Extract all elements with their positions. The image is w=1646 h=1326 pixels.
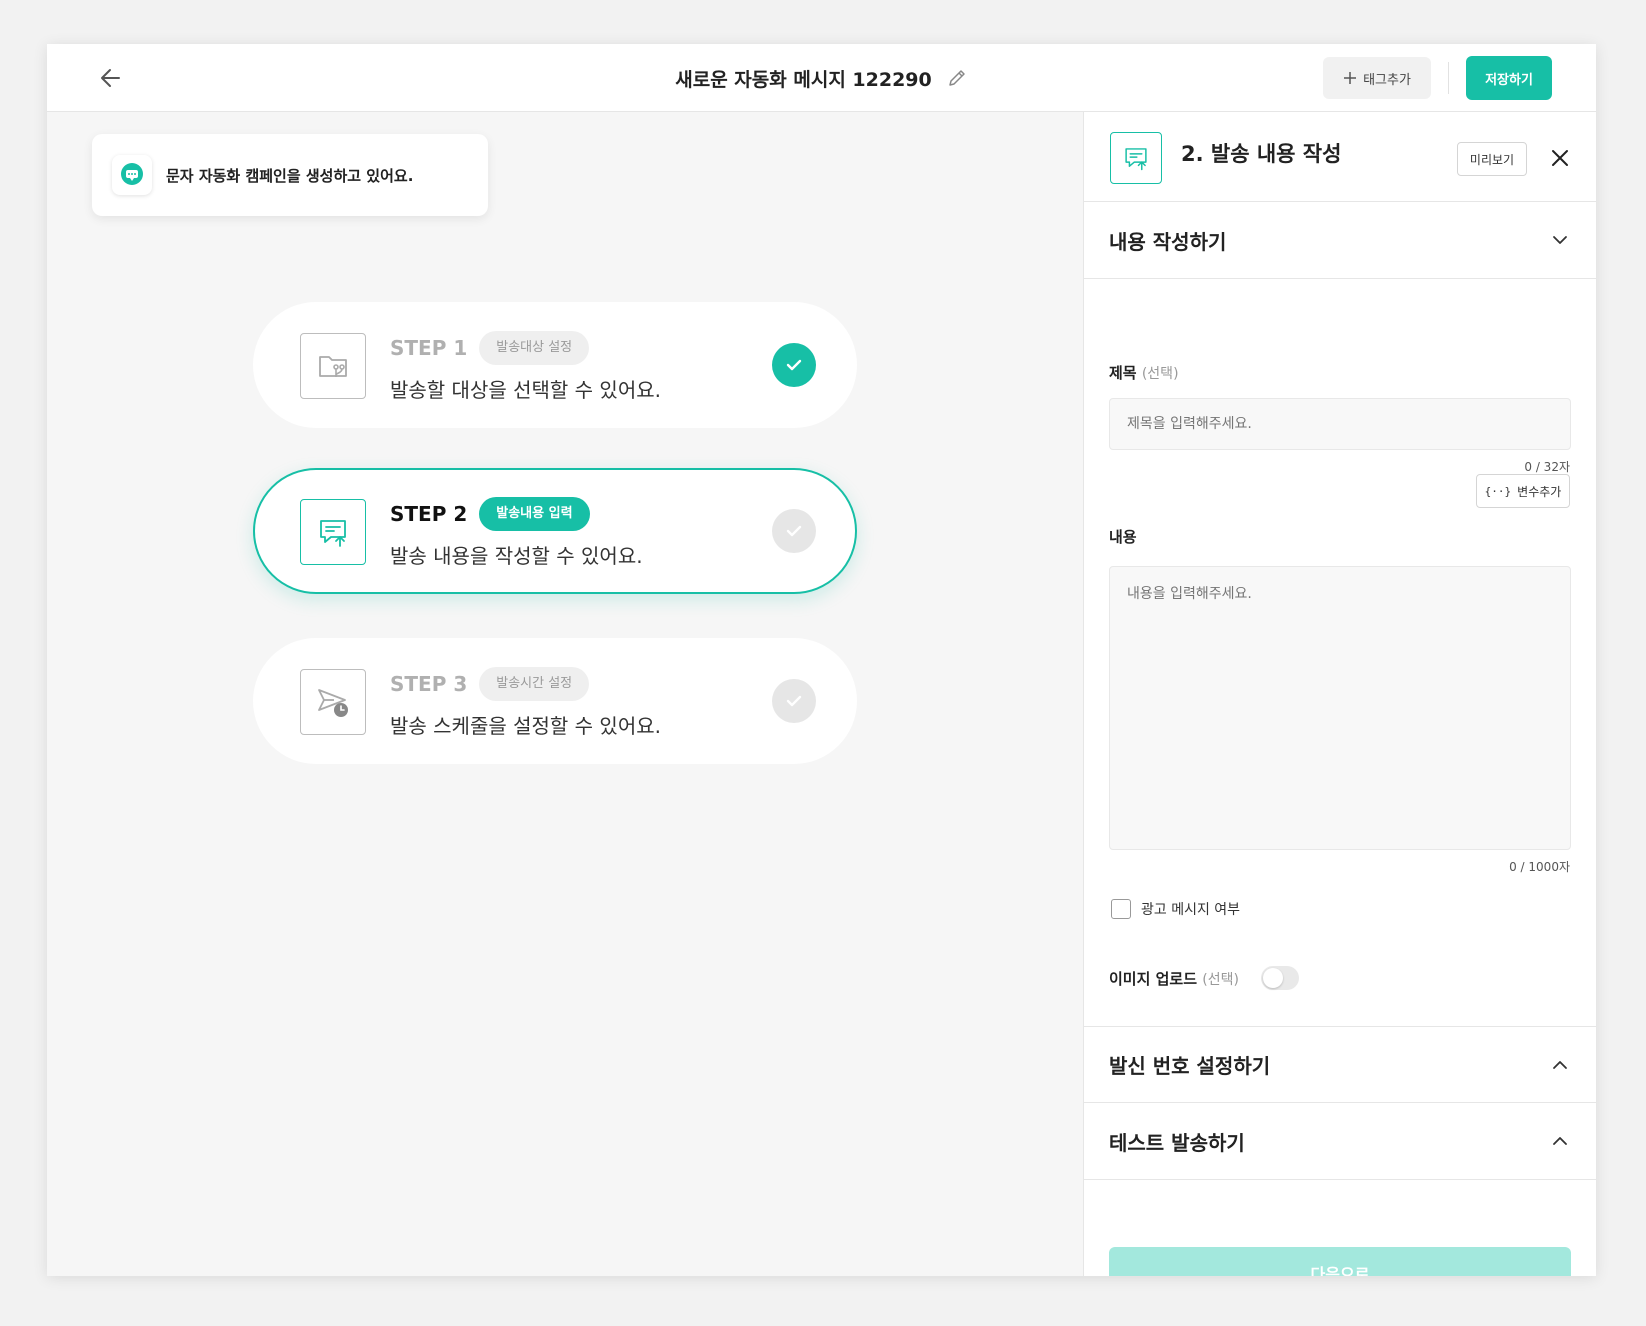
step-2-description: 발송 내용을 작성할 수 있어요. [390, 544, 643, 568]
step-2-text: STEP 2 발송내용 입력 발송 내용을 작성할 수 있어요. [390, 496, 643, 569]
step-3-icon-box [300, 669, 366, 735]
top-bar: 새로운 자동화 메시지 122290 태그추가 저장하기 [47, 44, 1596, 112]
panel-icon-box [1110, 132, 1162, 184]
back-arrow-icon[interactable] [97, 64, 125, 92]
step-card-3[interactable]: STEP 3 발송시간 설정 발송 스케줄을 설정할 수 있어요. [253, 638, 857, 764]
image-upload-label-text: 이미지 업로드 [1109, 969, 1198, 988]
section-content-title: 내용 작성하기 [1109, 229, 1227, 254]
toast-icon-box [112, 155, 152, 195]
chevron-up-icon [1553, 1061, 1567, 1069]
status-toast: 문자 자동화 캠페인을 생성하고 있어요. [92, 134, 488, 216]
check-icon [786, 359, 802, 371]
subject-optional: (선택) [1141, 366, 1179, 382]
step-3-description: 발송 스케줄을 설정할 수 있어요. [390, 714, 661, 738]
step-3-badge: 발송시간 설정 [479, 667, 590, 701]
body-counter: 0 / 1000자 [1509, 860, 1570, 874]
chevron-down-icon [1553, 236, 1567, 244]
panel-title: 2. 발송 내용 작성 [1181, 142, 1342, 166]
subject-label: 제목 (선택) [1109, 362, 1179, 383]
subject-counter: 0 / 32자 [1524, 460, 1570, 474]
toggle-knob [1262, 968, 1283, 988]
message-upload-icon [1125, 148, 1147, 171]
step-2-check [772, 509, 816, 553]
image-upload-label: 이미지 업로드 (선택) [1109, 968, 1239, 989]
step-2-icon-box [300, 499, 366, 565]
step-card-2[interactable]: STEP 2 발송내용 입력 발송 내용을 작성할 수 있어요. [253, 468, 857, 594]
add-variable-button[interactable]: {··} 변수추가 [1476, 474, 1570, 508]
subject-input[interactable] [1109, 398, 1571, 450]
ad-message-checkbox[interactable] [1111, 899, 1131, 919]
message-upload-icon [320, 520, 346, 547]
step-1-badge: 발송대상 설정 [479, 331, 590, 365]
folder-branch-icon [319, 356, 347, 377]
step-3-check [772, 679, 816, 723]
header-divider [1448, 62, 1449, 94]
step-1-text: STEP 1 발송대상 설정 발송할 대상을 선택할 수 있어요. [390, 330, 661, 403]
chevron-up-icon [1553, 1137, 1567, 1145]
step-1-description: 발송할 대상을 선택할 수 있어요. [390, 378, 661, 402]
add-tag-label: 태그추가 [1363, 72, 1411, 88]
check-icon [786, 525, 802, 537]
add-variable-label: 변수추가 [1517, 484, 1562, 499]
check-icon [786, 695, 802, 707]
step-3-title: STEP 3 [390, 672, 468, 696]
preview-button[interactable]: 미리보기 [1457, 142, 1527, 176]
pencil-icon[interactable] [946, 67, 968, 89]
step-3-text: STEP 3 발송시간 설정 발송 스케줄을 설정할 수 있어요. [390, 666, 661, 739]
subject-label-text: 제목 [1109, 364, 1137, 382]
save-button[interactable]: 저장하기 [1466, 56, 1552, 100]
step-card-1[interactable]: STEP 1 발송대상 설정 발송할 대상을 선택할 수 있어요. [253, 302, 857, 428]
section-test-header[interactable]: 테스트 발송하기 [1084, 1103, 1596, 1180]
next-button[interactable]: 다음으로 [1109, 1247, 1571, 1276]
ad-message-label: 광고 메시지 여부 [1141, 902, 1241, 918]
step-1-check [772, 343, 816, 387]
toast-message: 문자 자동화 캠페인을 생성하고 있어요. [166, 166, 414, 185]
page-title[interactable]: 새로운 자동화 메시지 122290 [675, 65, 932, 92]
section-content-header[interactable]: 내용 작성하기 [1084, 202, 1596, 279]
plus-icon [1344, 72, 1357, 84]
body-label: 내용 [1109, 528, 1137, 546]
side-panel: 2. 발송 내용 작성 내용 작성하기 제목 (선택) 0 / 32자 내용 0… [1083, 112, 1596, 1276]
section-sender-header[interactable]: 발신 번호 설정하기 [1084, 1026, 1596, 1103]
braces-icon: {··} [1484, 484, 1512, 498]
close-icon[interactable] [1548, 146, 1572, 170]
send-clock-icon [318, 689, 348, 717]
body-textarea[interactable] [1109, 566, 1571, 850]
step-1-title: STEP 1 [390, 336, 468, 360]
step-1-icon-box [300, 333, 366, 399]
image-upload-optional: (선택) [1202, 971, 1239, 988]
step-2-badge: 발송내용 입력 [479, 497, 590, 531]
ad-message-checkbox-row[interactable]: 광고 메시지 여부 [1111, 899, 1240, 919]
chat-bubble-icon [121, 163, 143, 185]
step-2-title: STEP 2 [390, 502, 468, 526]
add-tag-button[interactable]: 태그추가 [1323, 57, 1431, 99]
image-upload-toggle[interactable] [1260, 966, 1299, 990]
section-sender-title: 발신 번호 설정하기 [1109, 1054, 1271, 1078]
section-test-title: 테스트 발송하기 [1109, 1130, 1245, 1155]
image-upload-row: 이미지 업로드 (선택) [1109, 966, 1299, 990]
app-window: 새로운 자동화 메시지 122290 태그추가 저장하기 문자 자동화 캠페인을… [47, 44, 1596, 1276]
